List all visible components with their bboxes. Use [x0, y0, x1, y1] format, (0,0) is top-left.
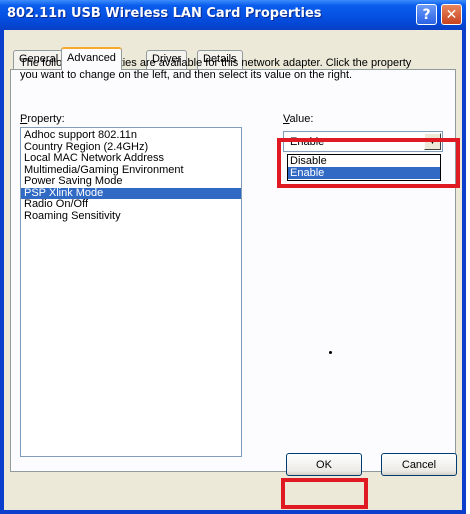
list-item[interactable]: Power Saving Mode	[21, 175, 241, 188]
close-icon: ✕	[445, 6, 458, 23]
help-icon: ?	[422, 6, 431, 23]
title-bar[interactable]: 802.11n USB Wireless LAN Card Properties…	[0, 0, 466, 30]
ok-highlight-box	[281, 478, 368, 509]
tab-advanced[interactable]: Advanced	[61, 47, 122, 70]
list-item[interactable]: Radio On/Off	[21, 198, 241, 211]
list-item[interactable]: Roaming Sensitivity	[21, 210, 241, 223]
value-highlight-box	[277, 138, 460, 188]
close-button[interactable]: ✕	[441, 4, 462, 25]
properties-window: 802.11n USB Wireless LAN Card Properties…	[0, 0, 466, 514]
property-label: Property:	[20, 113, 65, 125]
value-label: Value:	[283, 113, 314, 125]
list-item[interactable]: Adhoc support 802.11n	[21, 129, 241, 142]
help-button[interactable]: ?	[416, 4, 437, 25]
list-item[interactable]: Local MAC Network Address	[21, 152, 241, 165]
stray-dot	[329, 351, 332, 354]
ok-button[interactable]: OK	[286, 453, 362, 476]
window-title: 802.11n USB Wireless LAN Card Properties	[7, 6, 322, 21]
property-list[interactable]: Adhoc support 802.11n Country Region (2.…	[20, 127, 242, 457]
cancel-button[interactable]: Cancel	[381, 453, 457, 476]
